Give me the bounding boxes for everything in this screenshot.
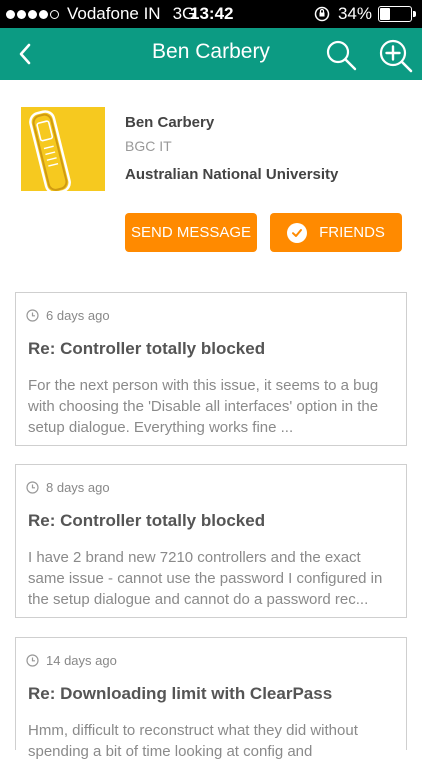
post-title: Re: Downloading limit with ClearPass bbox=[28, 684, 333, 703]
battery-percent: 34% bbox=[337, 4, 372, 23]
send-message-button[interactable]: SEND MESSAGE bbox=[125, 213, 257, 252]
post-time: 8 days ago bbox=[26, 480, 110, 495]
rotation-lock-icon bbox=[314, 6, 330, 22]
friends-button[interactable]: FRIENDS bbox=[270, 213, 402, 252]
post-excerpt: Hmm, difficult to reconstruct what they … bbox=[28, 722, 358, 760]
post-title: Re: Controller totally blocked bbox=[28, 339, 266, 358]
battery-fill bbox=[380, 8, 390, 20]
post-excerpt: For the next person with this issue, it … bbox=[28, 377, 379, 436]
send-message-label: SEND MESSAGE bbox=[130, 224, 252, 241]
search-icon[interactable] bbox=[324, 38, 358, 72]
clock-icon bbox=[26, 654, 39, 667]
post-time-text: 14 days ago bbox=[46, 653, 117, 668]
post-time-text: 6 days ago bbox=[46, 308, 110, 323]
profile-department: BGC IT bbox=[125, 138, 172, 154]
post-card[interactable]: 6 days ago Re: Controller totally blocke… bbox=[15, 292, 407, 446]
status-right: 34% bbox=[314, 4, 416, 24]
zoom-in-plus-icon[interactable] bbox=[376, 36, 414, 74]
nav-bar: Ben Carbery bbox=[0, 28, 422, 80]
checkmark-icon bbox=[287, 222, 308, 243]
post-time: 14 days ago bbox=[26, 653, 117, 668]
post-time-text: 8 days ago bbox=[46, 480, 110, 495]
post-title: Re: Controller totally blocked bbox=[28, 511, 266, 530]
carrier-name: Vodafone IN bbox=[67, 4, 161, 23]
page-title: Ben Carbery bbox=[152, 40, 270, 63]
status-bar: Vodafone IN 3G 13:42 34% bbox=[0, 0, 422, 28]
clock-icon bbox=[26, 309, 39, 322]
avatar[interactable] bbox=[21, 107, 105, 191]
friends-label: FRIENDS bbox=[319, 224, 385, 241]
status-time: 13:42 bbox=[190, 4, 234, 23]
profile-name: Ben Carbery bbox=[125, 114, 215, 131]
post-time: 6 days ago bbox=[26, 308, 110, 323]
signal-strength-icon bbox=[6, 9, 61, 19]
status-left: Vodafone IN 3G bbox=[6, 4, 195, 24]
battery-icon bbox=[378, 6, 416, 22]
post-excerpt: I have 2 brand new 7210 controllers and … bbox=[28, 549, 383, 608]
profile-header: Ben Carbery BGC IT Australian National U… bbox=[0, 80, 422, 280]
back-chevron-icon[interactable] bbox=[12, 40, 40, 68]
profile-organization: Australian National University bbox=[125, 166, 339, 183]
post-card[interactable]: 14 days ago Re: Downloading limit with C… bbox=[15, 637, 407, 760]
avatar-image bbox=[21, 107, 105, 191]
post-card[interactable]: 8 days ago Re: Controller totally blocke… bbox=[15, 464, 407, 618]
clock-icon bbox=[26, 481, 39, 494]
